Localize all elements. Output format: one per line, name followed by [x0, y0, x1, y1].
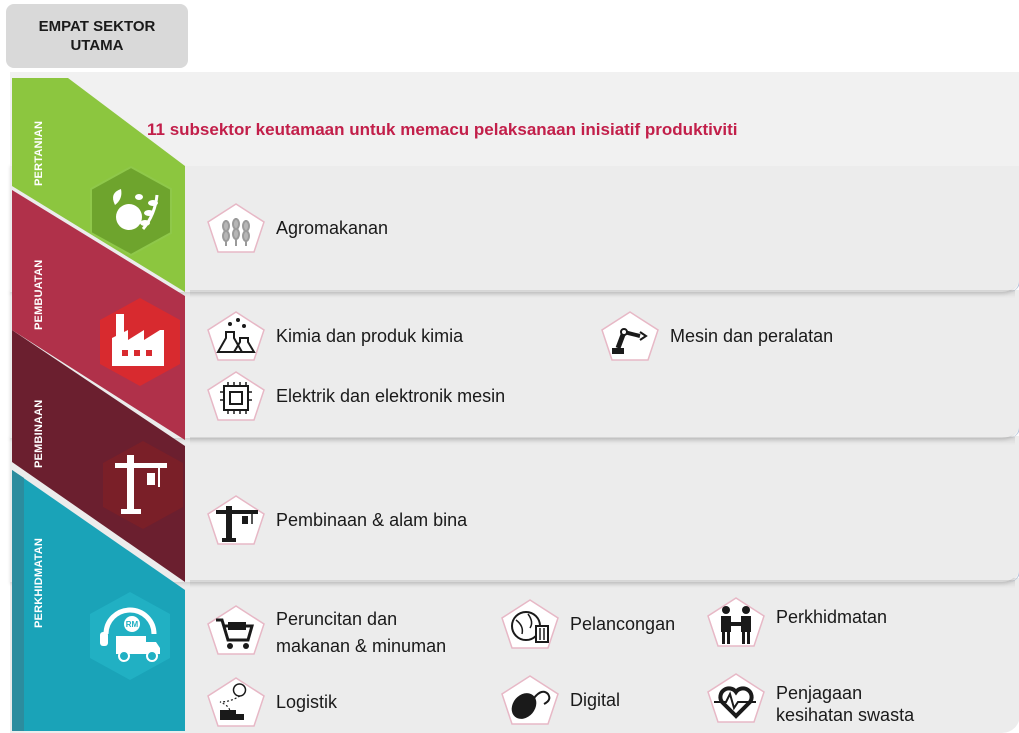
leaf-fruit-icon: [90, 165, 172, 257]
wheat-icon: [207, 203, 265, 253]
subsector-elektrik: Elektrik dan elektronik mesin: [206, 370, 505, 422]
subsector-penjagaan: Penjagaan kesihatan swasta: [706, 672, 914, 726]
band-label-pertanian: PERTANIAN: [33, 120, 45, 186]
band-label-pembinaan: PEMBINAAN: [33, 399, 45, 468]
subsector-label-line2: kesihatan swasta: [776, 705, 915, 725]
subsector-label: Logistik: [276, 692, 338, 712]
subsector-label: Elektrik dan elektronik mesin: [276, 386, 506, 406]
subsector-label: Kimia dan produk kimia: [276, 326, 464, 346]
divider: [190, 437, 1015, 445]
band-perkhidmatan-edge: [12, 470, 24, 731]
subsector-label-line2: makanan & minuman: [276, 636, 447, 656]
divider: [190, 580, 1015, 588]
subsector-logistik: Logistik: [206, 676, 337, 728]
subtitle: 11 subsektor keutamaan untuk memacu pela…: [147, 120, 738, 139]
handshake-icon: [707, 597, 765, 647]
subsector-mesin: Mesin dan peralatan: [600, 310, 833, 362]
subsector-label: Perkhidmatan: [776, 607, 888, 627]
heart-pulse-icon: [707, 673, 765, 723]
subsector-perkhidmatan: Perkhidmatan: [706, 596, 887, 648]
delivery-truck-icon: RM: [90, 592, 170, 680]
tower-crane-icon: [207, 495, 265, 545]
route-icon: [207, 677, 265, 727]
band-label-perkhidmatan: PERKHIDMATAN: [33, 538, 45, 628]
subsector-label-line1: Peruncitan dan: [276, 609, 398, 629]
robot-arm-icon: [601, 311, 659, 361]
crane-icon: [103, 441, 183, 529]
truck-badge-text: RM: [126, 620, 139, 629]
subsector-label: Peruncitan dan makanan & minuman: [276, 608, 446, 657]
chip-icon: [207, 371, 265, 421]
subsector-agromakanan: Agromakanan: [206, 202, 388, 254]
subsector-peruncitan: Peruncitan dan makanan & minuman: [206, 604, 446, 657]
globe-luggage-icon: [501, 599, 559, 649]
subsector-label: Penjagaan kesihatan swasta: [776, 682, 914, 726]
subsector-digital: Digital: [500, 674, 620, 726]
subsector-label: Mesin dan peralatan: [670, 326, 834, 346]
subsector-label: Pembinaan & alam bina: [276, 510, 468, 530]
divider: [190, 290, 1015, 298]
mouse-icon: [501, 675, 559, 725]
factory-icon: [100, 298, 180, 386]
subsector-label: Pelancongan: [570, 614, 676, 634]
subsector-label-line1: Penjagaan: [776, 683, 863, 703]
band-label-pembuatan: PEMBUATAN: [33, 259, 45, 330]
subsector-pembinaan: Pembinaan & alam bina: [206, 494, 467, 546]
flask-icon: [207, 311, 265, 361]
subsector-kimia: Kimia dan produk kimia: [206, 310, 463, 362]
subsector-pelancongan: Pelancongan: [500, 598, 675, 650]
subsector-label: Agromakanan: [276, 218, 389, 238]
shopping-cart-icon: [207, 605, 265, 655]
subsector-label: Digital: [570, 690, 621, 710]
